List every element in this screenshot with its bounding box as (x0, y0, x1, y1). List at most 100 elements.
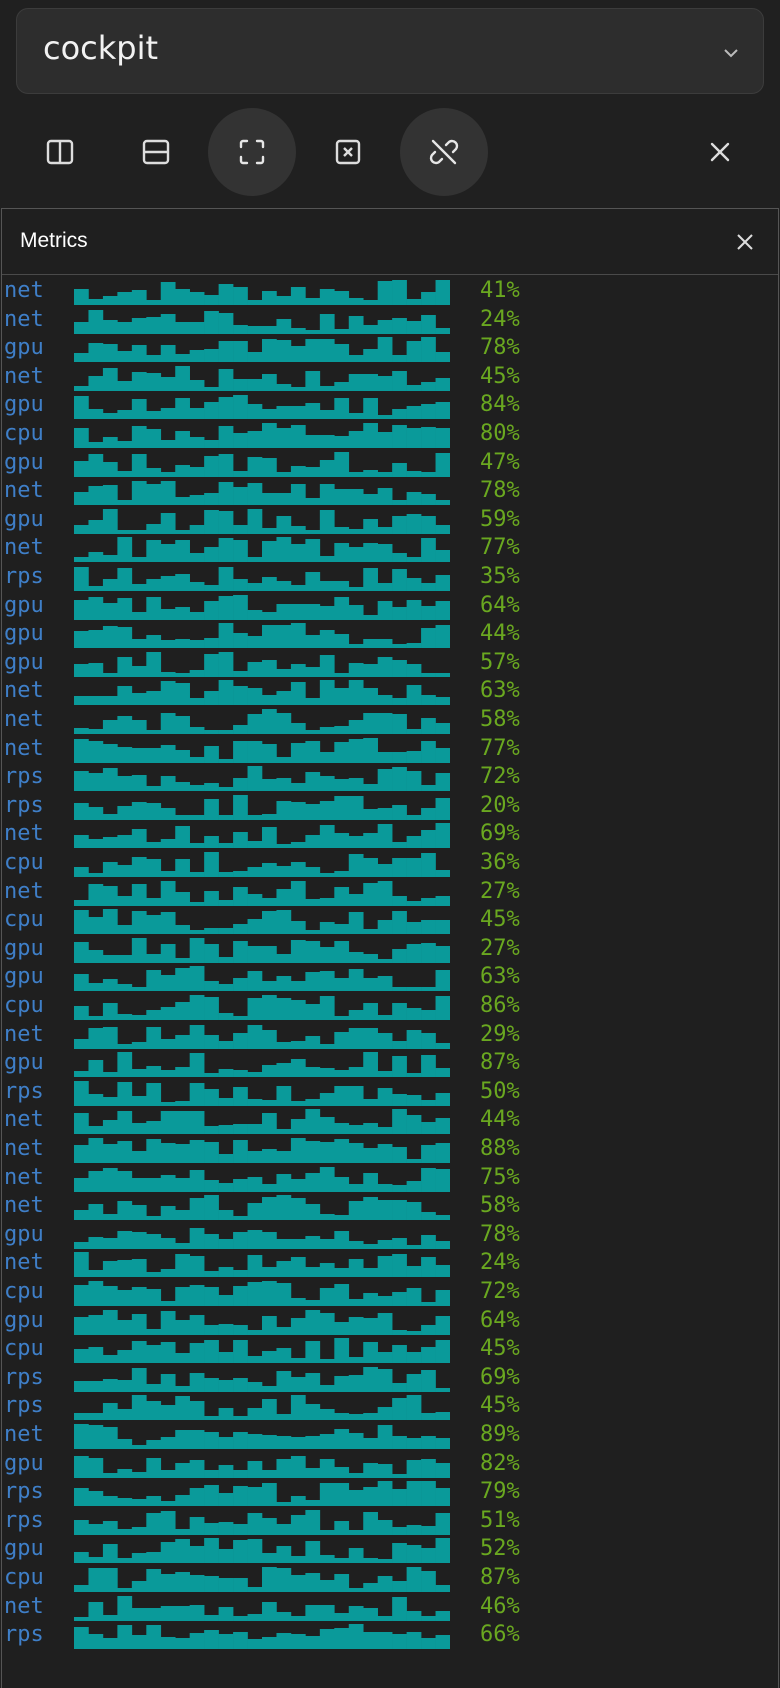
spark-bar (305, 370, 321, 391)
panel-header: Metrics (2, 209, 778, 275)
spark-bar (88, 586, 104, 591)
spark-bar (334, 1466, 350, 1478)
metric-name: net (4, 707, 44, 732)
spark-bar (233, 579, 248, 591)
spark-bar (189, 872, 205, 877)
split-vertical-button[interactable] (16, 108, 104, 196)
spark-bar (204, 1538, 219, 1564)
spark-bar (146, 1345, 162, 1364)
spark-bar (189, 727, 205, 734)
spark-bar (435, 500, 450, 506)
spark-bar (421, 1212, 436, 1221)
spark-bar (262, 695, 277, 706)
spark-bar (290, 1556, 306, 1564)
spark-bar (233, 1086, 248, 1106)
spark-bar (421, 1324, 436, 1335)
spark-bar (435, 1585, 450, 1592)
spark-bar (74, 599, 89, 620)
close-button[interactable] (676, 108, 764, 196)
spark-bar (117, 410, 133, 420)
spark-bar (276, 1085, 292, 1106)
metric-row: gpu 63% (2, 963, 778, 992)
spark-bar (160, 608, 176, 620)
spark-bar (305, 1573, 321, 1592)
metric-row: rps 20% (2, 792, 778, 821)
spark-bar (319, 1043, 335, 1049)
spark-bar (319, 1434, 335, 1449)
spark-bar (131, 1445, 147, 1449)
spark-bar (305, 1309, 321, 1335)
spark-bar (363, 953, 378, 963)
spark-bar (319, 971, 335, 992)
spark-bar (290, 544, 306, 563)
spark-bar (102, 979, 118, 992)
spark-bar (131, 317, 147, 334)
spark-bar (363, 1123, 378, 1135)
spark-bar (334, 526, 350, 534)
spark-bar (348, 373, 364, 391)
spark-bar (117, 1052, 133, 1078)
spark-bar (218, 1578, 234, 1592)
spark-bar (247, 456, 263, 477)
profile-selector[interactable]: cockpit (16, 8, 764, 94)
spark-bar (102, 743, 118, 763)
split-horizontal-button[interactable] (112, 108, 200, 196)
spark-bar (363, 423, 378, 448)
spark-bar (131, 937, 147, 963)
sparkline (74, 280, 450, 305)
spark-bar (319, 605, 335, 620)
spark-bar (319, 1238, 335, 1249)
spark-bar (204, 890, 219, 906)
spark-bar (160, 776, 176, 792)
spark-bar (146, 596, 162, 620)
spark-bar (160, 1269, 176, 1278)
spark-bar (348, 680, 364, 706)
unlink-button[interactable] (400, 108, 488, 196)
spark-bar (233, 1231, 248, 1249)
panel-close-icon[interactable] (734, 231, 756, 253)
metric-row: net 75% (2, 1164, 778, 1193)
spark-bar (233, 832, 248, 849)
metric-percent: 52% (480, 1536, 520, 1562)
spark-bar (247, 300, 263, 305)
spark-bar (160, 1111, 176, 1135)
spark-bar (218, 787, 234, 792)
spark-bar (233, 1469, 248, 1478)
spark-bar (146, 915, 162, 935)
spark-bar (146, 1121, 162, 1135)
spark-bar (421, 515, 436, 534)
toolbar (0, 106, 780, 196)
fullscreen-button[interactable] (208, 108, 296, 196)
spark-bar (435, 327, 450, 334)
spark-bar (146, 1139, 162, 1163)
close-pane-button[interactable] (304, 108, 392, 196)
spark-bar (175, 529, 190, 534)
spark-bar (421, 1145, 436, 1163)
spark-bar (363, 1243, 378, 1249)
spark-bar (88, 1170, 104, 1192)
spark-bar (392, 1526, 407, 1535)
spark-bar (276, 691, 292, 706)
metric-name: rps (4, 764, 44, 790)
spark-bar (348, 413, 364, 420)
spark-bar (406, 1073, 422, 1078)
spark-bar (117, 470, 133, 477)
spark-bar (377, 1407, 393, 1421)
spark-bar (334, 451, 350, 477)
spark-bar (131, 1471, 147, 1478)
spark-bar (377, 1032, 393, 1049)
spark-bar (319, 897, 335, 906)
spark-bar (348, 298, 364, 305)
spark-bar (233, 433, 248, 448)
metric-percent: 44% (480, 621, 520, 647)
spark-bar (290, 386, 306, 391)
spark-bar (146, 1082, 162, 1106)
spark-bar (218, 1097, 234, 1106)
spark-bar (218, 312, 234, 334)
spark-bar (363, 808, 378, 820)
spark-bar (305, 867, 321, 877)
spark-bar (204, 509, 219, 534)
spark-bar (305, 539, 321, 563)
spark-bar (406, 599, 422, 620)
metric-percent: 45% (480, 1336, 520, 1362)
